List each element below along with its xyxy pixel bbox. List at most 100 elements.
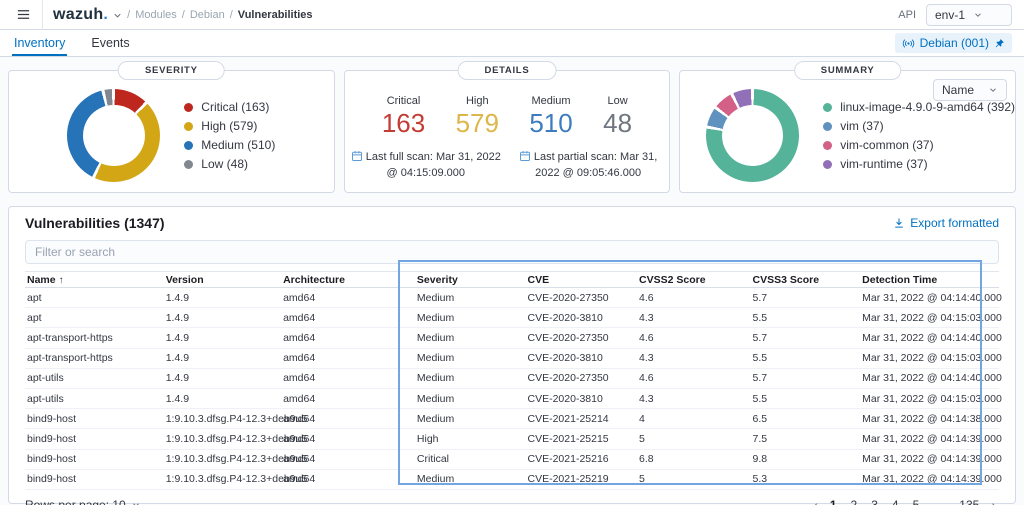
pagination-page[interactable]: 1 <box>825 496 842 505</box>
table-row[interactable]: apt 1.4.9 amd64 Medium CVE-2020-27350 4.6 5.7 M… <box>25 288 1002 309</box>
table-cell: 5.5 <box>752 311 768 324</box>
table-cell: Medium <box>416 352 455 365</box>
table-cell: Medium <box>416 331 455 344</box>
chevron-down-icon <box>975 12 981 17</box>
table-row[interactable]: bind9-host 1:9.10.3.dfsg.P4-12.3+deb9u5 am… <box>25 409 1002 430</box>
pagination-page[interactable]: 135 <box>954 496 984 505</box>
table-cell: CVE-2021-25214 <box>527 412 609 425</box>
table-cell: 5 <box>639 432 645 445</box>
table-cell: apt <box>27 291 42 304</box>
column-header[interactable]: Severity <box>417 274 528 286</box>
breadcrumb-debian[interactable]: Debian <box>190 9 225 21</box>
pin-icon[interactable] <box>994 38 1005 49</box>
severity-donut-chart[interactable] <box>67 89 161 182</box>
column-header[interactable]: Name ↑ <box>27 274 166 286</box>
legend-item[interactable]: Low (48) <box>184 157 275 171</box>
table-cell: CVE-2020-3810 <box>527 392 603 405</box>
legend-dot-icon <box>184 121 194 131</box>
column-header[interactable]: CVSS3 Score <box>753 274 863 286</box>
legend-dot-icon <box>184 102 194 112</box>
export-formatted-button[interactable]: Export formatted <box>893 216 999 230</box>
table-cell: amd64 <box>283 291 316 304</box>
pagination-ellipsis: … <box>928 496 950 505</box>
legend-item[interactable]: vim-runtime (37) <box>823 157 1015 171</box>
table-cell: 1:9.10.3.dfsg.P4-12.3+deb9u5 <box>165 453 308 466</box>
table-row[interactable]: apt-transport-https 1.4.9 amd64 Medium CVE-2… <box>25 328 1002 349</box>
stat-value[interactable]: 163 <box>382 108 425 139</box>
column-header[interactable]: Version <box>166 274 283 286</box>
column-header[interactable]: Detection Time <box>862 274 997 286</box>
table-cell: CVE-2020-27350 <box>527 291 609 304</box>
table-row[interactable]: bind9-host 1:9.10.3.dfsg.P4-12.3+deb9u5 am… <box>25 470 1002 490</box>
legend-label: vim-runtime (37) <box>840 157 928 171</box>
table-cell: apt <box>27 311 42 324</box>
table-row[interactable]: bind9-host 1:9.10.3.dfsg.P4-12.3+deb9u5 am… <box>25 450 1002 470</box>
table-cell: CVE-2020-27350 <box>527 331 609 344</box>
table-row[interactable]: apt-utils 1.4.9 amd64 Medium CVE-2020-3810 4.… <box>25 389 1002 410</box>
legend-dot-icon <box>823 140 833 150</box>
table-row[interactable]: apt 1.4.9 amd64 Medium CVE-2020-3810 4.3 5.5 Ma… <box>25 308 1002 329</box>
table-cell: apt-transport-https <box>27 352 113 365</box>
api-env-select[interactable]: env-1 <box>926 3 1012 26</box>
rows-per-page-select[interactable]: Rows per page: 10 <box>25 498 141 505</box>
agent-badge-label: Debian (001) <box>919 36 989 50</box>
table-row[interactable]: apt-utils 1.4.9 amd64 Medium CVE-2020-27350 4… <box>25 369 1002 389</box>
stat-value[interactable]: 48 <box>603 108 632 139</box>
summary-sort-select[interactable]: Name <box>933 79 1007 101</box>
tab-bar: Inventory Events Debian (001) <box>0 30 1024 57</box>
last-full-scan: Last full scan: Mar 31, 2022 @ 04:15:09.… <box>345 149 507 182</box>
legend-item[interactable]: Critical (163) <box>184 100 275 114</box>
table-cell: CVE-2020-27350 <box>527 372 609 385</box>
breadcrumb-modules[interactable]: Modules <box>135 9 177 21</box>
search-input[interactable] <box>25 240 999 264</box>
severity-legend: Critical (163) High (579) Medium (510) Low … <box>184 100 275 171</box>
api-label: API <box>898 8 916 21</box>
stat-panels: SEVERITY Critical (163) High (579) Medium … <box>8 61 1016 193</box>
chevron-down-icon[interactable] <box>112 10 123 21</box>
legend-item[interactable]: Medium (510) <box>184 138 275 152</box>
agent-badge[interactable]: Debian (001) <box>894 33 1012 53</box>
stat-label: Critical <box>386 95 421 107</box>
top-bar: wazuh. / Modules / Debian / Vulnerabilit… <box>0 0 1024 30</box>
tab-inventory[interactable]: Inventory <box>12 31 68 56</box>
table-cell: amd64 <box>283 432 316 445</box>
legend-label: Critical (163) <box>201 100 270 114</box>
legend-dot-icon <box>823 159 833 169</box>
pagination-prev[interactable]: ‹ <box>810 497 821 505</box>
table-cell: 6.8 <box>639 453 654 466</box>
table-cell: High <box>416 432 439 445</box>
legend-item[interactable]: High (579) <box>184 119 275 133</box>
table-cell: 4.6 <box>639 372 654 385</box>
wazuh-logo[interactable]: wazuh. <box>53 6 108 24</box>
details-panel-title: DETAILS <box>457 61 557 80</box>
column-header[interactable]: CVE <box>528 274 640 286</box>
table-header-row: Name ↑ Version Architecture Severity CVE CVSS2… <box>25 271 999 288</box>
pagination-next[interactable]: › <box>988 497 999 505</box>
column-header[interactable]: Architecture <box>283 274 417 286</box>
table-row[interactable]: apt-transport-https 1.4.9 amd64 Medium CVE-2… <box>25 349 1002 369</box>
table-cell: 1:9.10.3.dfsg.P4-12.3+deb9u5 <box>165 412 308 425</box>
legend-label: Low (48) <box>201 157 248 171</box>
table-cell: Mar 31, 2022 @ 04:15:03.000 <box>862 352 1002 365</box>
table-cell: amd64 <box>283 311 316 324</box>
legend-item[interactable]: vim (37) <box>823 119 1015 133</box>
column-header[interactable]: CVSS2 Score <box>639 274 752 286</box>
summary-donut-chart[interactable] <box>706 89 800 182</box>
tab-events[interactable]: Events <box>89 31 131 56</box>
pagination-page[interactable]: 4 <box>887 496 904 505</box>
pagination-page[interactable]: 2 <box>846 496 863 505</box>
stat-value[interactable]: 510 <box>529 108 572 139</box>
last-partial-scan: Last partial scan: Mar 31, 2022 @ 09:05:… <box>507 149 669 182</box>
table-row[interactable]: bind9-host 1:9.10.3.dfsg.P4-12.3+deb9u5 am… <box>25 429 1002 450</box>
table-cell: Medium <box>416 412 455 425</box>
stat-value[interactable]: 579 <box>456 108 499 139</box>
table-cell: 1.4.9 <box>165 331 190 344</box>
table-cell: Mar 31, 2022 @ 04:14:39.000 <box>862 473 1002 486</box>
pagination-page[interactable]: 5 <box>908 496 925 505</box>
table-cell: amd64 <box>283 473 316 486</box>
legend-item[interactable]: linux-image-4.9.0-9-amd64 (392) <box>823 100 1015 114</box>
pagination-page[interactable]: 3 <box>866 496 883 505</box>
table-cell: Medium <box>416 372 455 385</box>
legend-item[interactable]: vim-common (37) <box>823 138 1015 152</box>
hamburger-menu-icon[interactable] <box>12 4 34 26</box>
